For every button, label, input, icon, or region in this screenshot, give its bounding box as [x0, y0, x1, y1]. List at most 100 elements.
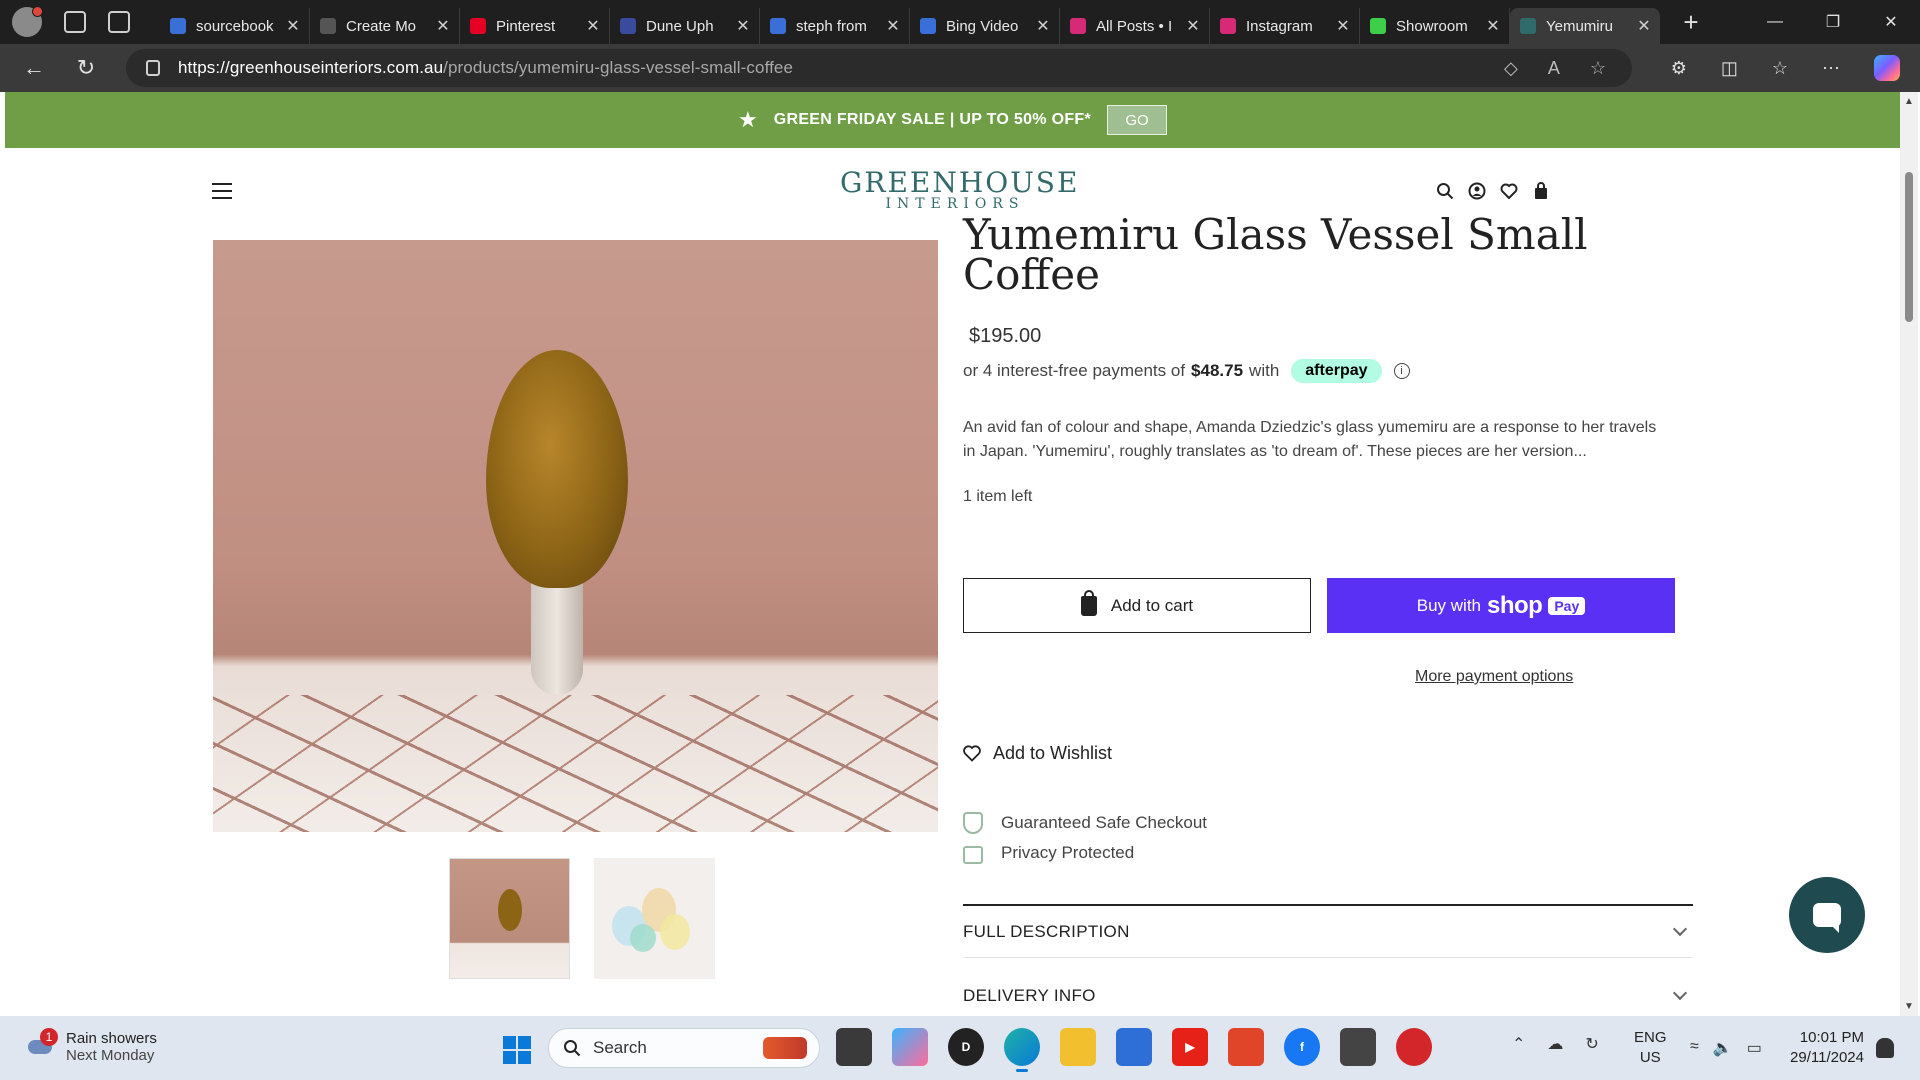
close-tab-icon[interactable]: ✕ [1485, 16, 1501, 36]
accordion-full-description[interactable]: FULL DESCRIPTION [963, 906, 1693, 958]
page-scrollbar[interactable]: ▲ ▼ [1900, 92, 1918, 1016]
favorites-icon[interactable]: ☆ [1772, 58, 1788, 79]
weather-widget[interactable]: 1 Rain showers Next Monday [26, 1028, 157, 1064]
trust-safe-checkout: Guaranteed Safe Checkout [963, 812, 1207, 834]
battery-icon: ▭ [1746, 1040, 1762, 1057]
tab-favicon-icon [770, 18, 786, 34]
promo-go-button[interactable]: GO [1107, 105, 1167, 135]
split-screen-icon[interactable]: ◫ [1721, 58, 1738, 79]
browser-tab[interactable]: Showroom ✕ [1360, 8, 1510, 44]
tab-favicon-icon [620, 18, 636, 34]
language-indicator[interactable]: ENG US [1634, 1028, 1667, 1068]
info-icon[interactable]: i [1393, 363, 1410, 379]
browser-tab[interactable]: Dune Uph ✕ [610, 8, 760, 44]
hamburger-menu-icon[interactable] [212, 183, 232, 204]
close-tab-icon[interactable]: ✕ [1035, 16, 1051, 36]
extensions-icon[interactable]: ⚙ [1671, 58, 1687, 79]
wishlist-label: Add to Wishlist [993, 743, 1113, 763]
search-placeholder: Search [593, 1038, 647, 1057]
more-payment-options-link[interactable]: More payment options [1415, 668, 1573, 686]
wishlist-heart-icon[interactable] [1500, 182, 1518, 200]
chat-widget-button[interactable] [1789, 877, 1865, 953]
scrollbar-thumb[interactable] [1905, 172, 1913, 322]
office-icon[interactable] [1228, 1028, 1264, 1066]
browser-tab[interactable]: sourcebook ✕ [160, 8, 310, 44]
tab-favicon-icon [320, 18, 336, 34]
profile-avatar[interactable] [12, 6, 43, 37]
facebook-icon[interactable]: f [1284, 1028, 1320, 1066]
browser-tab-bar: sourcebook ✕ Create Mo ✕ Pinterest ✕ Dune Uph ✕… [0, 0, 1920, 44]
notification-bell-icon[interactable] [1876, 1038, 1894, 1058]
add-to-wishlist[interactable]: Add to Wishlist [963, 743, 1112, 764]
browser-tab[interactable]: Create Mo ✕ [310, 8, 460, 44]
chevron-up-icon[interactable]: ⌃ [1512, 1034, 1525, 1054]
scroll-up-arrow-icon[interactable]: ▲ [1902, 96, 1916, 107]
new-tab-button[interactable]: + [1676, 7, 1706, 38]
product-description: An avid fan of colour and shape, Amanda … [963, 419, 1657, 460]
more-menu-icon[interactable]: ⋯ [1822, 58, 1840, 79]
close-tab-icon[interactable]: ✕ [585, 16, 601, 36]
close-tab-icon[interactable]: ✕ [285, 16, 301, 36]
favorite-star-icon[interactable]: ☆ [1590, 58, 1606, 79]
security-app-icon[interactable] [1396, 1028, 1432, 1066]
browser-tab[interactable]: Yemumiru ✕ [1510, 8, 1660, 44]
cart-bag-icon[interactable] [1532, 182, 1550, 200]
system-status-icons[interactable]: ≈ 🔈 ▭ [1690, 1038, 1762, 1058]
tab-favicon-icon [1520, 18, 1536, 34]
back-button[interactable]: ← [16, 50, 52, 86]
app-window-icon[interactable] [1340, 1028, 1376, 1066]
workspaces-icon[interactable] [64, 11, 86, 33]
onedrive-cloud-icon[interactable]: ☁ [1547, 1034, 1563, 1054]
copilot-icon[interactable] [1874, 55, 1900, 81]
taskbar-search[interactable]: Search [548, 1028, 820, 1068]
account-icon[interactable] [1468, 182, 1486, 200]
star-icon: ★ [737, 107, 758, 132]
restore-button[interactable]: ❐ [1804, 0, 1862, 44]
tab-actions-icon[interactable] [108, 11, 130, 33]
shop-pay-button[interactable]: Buy with shop Pay [1327, 578, 1675, 633]
close-window-button[interactable]: ✕ [1862, 0, 1920, 44]
product-thumbnail-2[interactable] [594, 858, 715, 979]
refresh-button[interactable]: ↻ [68, 50, 104, 86]
read-aloud-icon[interactable]: A [1548, 58, 1560, 79]
sync-icon[interactable]: ↻ [1585, 1034, 1598, 1054]
product-thumbnail-1[interactable] [449, 858, 570, 979]
scroll-down-arrow-icon[interactable]: ▼ [1902, 1001, 1916, 1012]
lock-icon[interactable] [146, 60, 160, 76]
browser-tab[interactable]: Instagram ✕ [1210, 8, 1360, 44]
close-tab-icon[interactable]: ✕ [885, 16, 901, 36]
accordion-delivery-info[interactable]: DELIVERY INFO [963, 970, 1693, 1016]
tab-title: Yemumiru [1546, 17, 1613, 35]
product-main-image[interactable] [213, 240, 938, 832]
file-explorer-icon[interactable] [1060, 1028, 1096, 1066]
url-text[interactable]: https://greenhouseinteriors.com.au/produ… [178, 58, 793, 78]
minimize-button[interactable]: — [1746, 0, 1804, 44]
window-controls: — ❐ ✕ [1746, 0, 1920, 44]
dell-icon[interactable]: D [948, 1028, 984, 1066]
close-tab-icon[interactable]: ✕ [1185, 16, 1201, 36]
add-to-cart-label: Add to cart [1110, 595, 1194, 615]
close-tab-icon[interactable]: ✕ [1335, 16, 1351, 36]
vessel-body [486, 350, 628, 588]
close-tab-icon[interactable]: ✕ [1636, 16, 1652, 36]
add-to-cart-button[interactable]: Add to cart [963, 578, 1311, 633]
browser-tab[interactable]: Bing Video ✕ [910, 8, 1060, 44]
task-view-icon[interactable] [836, 1028, 872, 1066]
site-logo[interactable]: GREENHOUSE INTERIORS [840, 168, 1077, 213]
browser-tab[interactable]: All Posts • I ✕ [1060, 8, 1210, 44]
windows-start-icon[interactable] [503, 1036, 531, 1064]
close-tab-icon[interactable]: ✕ [735, 16, 751, 36]
youtube-icon[interactable]: ▶ [1172, 1028, 1208, 1066]
search-icon[interactable] [1436, 182, 1454, 200]
browser-tab[interactable]: steph from ✕ [760, 8, 910, 44]
copilot-app-icon[interactable] [892, 1028, 928, 1066]
edge-browser-icon[interactable] [1004, 1028, 1040, 1072]
rain-cloud-icon: 1 [26, 1028, 58, 1062]
tag-icon[interactable]: ◇ [1504, 58, 1518, 79]
browser-tab[interactable]: Pinterest ✕ [460, 8, 610, 44]
tab-strip: sourcebook ✕ Create Mo ✕ Pinterest ✕ Dune Uph ✕… [160, 0, 1660, 44]
close-tab-icon[interactable]: ✕ [435, 16, 451, 36]
address-bar[interactable]: https://greenhouseinteriors.com.au/produ… [126, 49, 1632, 87]
microsoft-store-icon[interactable] [1116, 1028, 1152, 1066]
system-clock[interactable]: 10:01 PM 29/11/2024 [1784, 1028, 1864, 1068]
